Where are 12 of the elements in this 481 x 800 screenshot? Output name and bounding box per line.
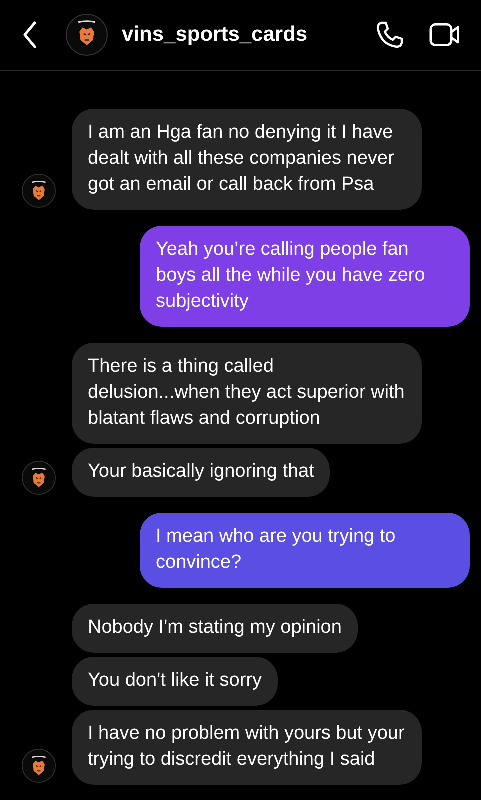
username[interactable]: vins_sports_cards: [122, 23, 351, 47]
back-icon[interactable]: [22, 21, 38, 49]
received-message: I have no problem with yours but your trying to discredit everything I said: [72, 710, 422, 785]
received-message: You don't like it sorry: [72, 657, 278, 706]
video-camera-icon[interactable]: [429, 21, 461, 49]
sent-message: I mean who are you trying to convince?: [140, 513, 470, 588]
sent-message: Yeah you’re calling people fan boys all the while you have zero subjectivity: [140, 226, 470, 327]
received-message: Nobody I'm stating my opinion: [72, 604, 358, 653]
received-message: I am an Hga fan no denying it I have dealt with all these companies never got an email or call back from Psa: [72, 109, 422, 210]
phone-icon[interactable]: [375, 20, 405, 50]
received-message: There is a thing called delusion...when they act superior with blatant flaws and corruption: [72, 343, 422, 444]
received-message: Your basically ignoring that: [72, 448, 330, 497]
